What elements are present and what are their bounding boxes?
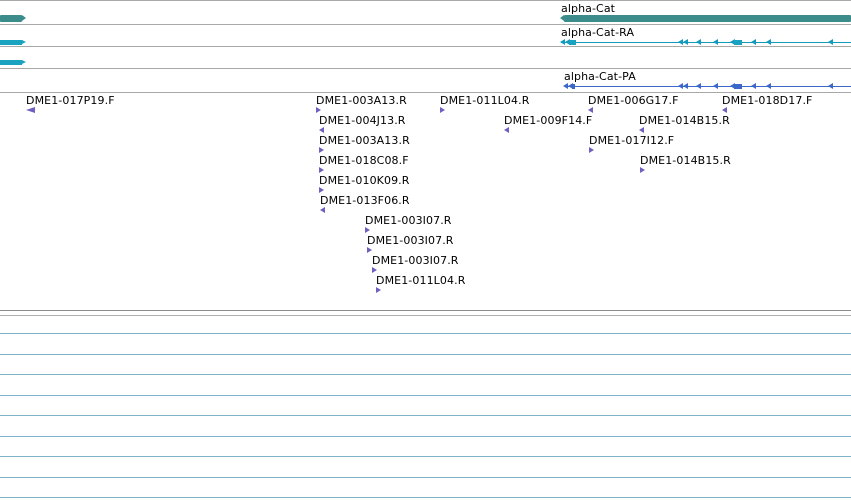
est-reverse-arrow-icon[interactable]: [722, 107, 727, 113]
est-forward-arrow-icon[interactable]: [316, 107, 321, 113]
gene-label: alpha-Cat: [561, 2, 616, 15]
protein-exon[interactable]: [572, 84, 575, 89]
est-label[interactable]: DME1-003I07.R: [367, 234, 454, 247]
genome-browser-view: alpha-Cat alpha-Cat-RA alpha-Cat-PA DME1…: [0, 0, 851, 500]
est-reverse-arrow-icon[interactable]: [26, 107, 35, 113]
est-label[interactable]: DME1-010K09.R: [319, 174, 410, 187]
transcript-intron-line: [561, 42, 851, 43]
empty-track-line: [0, 333, 851, 334]
protein-intron-line: [565, 86, 851, 87]
est-reverse-arrow-icon[interactable]: [319, 127, 324, 133]
track-separator-3: [0, 68, 851, 69]
empty-track-line: [0, 415, 851, 416]
est-reverse-arrow-icon[interactable]: [639, 127, 644, 133]
protein-label: alpha-Cat-PA: [564, 70, 636, 83]
est-forward-arrow-icon[interactable]: [319, 187, 324, 193]
protein-arrow-icon: [696, 83, 701, 89]
transcript-arrow-icon: [696, 39, 701, 45]
transcript-feature-left[interactable]: [0, 40, 22, 45]
est-forward-arrow-icon[interactable]: [367, 247, 372, 253]
est-label[interactable]: DME1-014B15.R: [640, 154, 731, 167]
est-label[interactable]: DME1-003I07.R: [365, 214, 452, 227]
est-label[interactable]: DME1-011L04.R: [376, 274, 465, 287]
gene-feature-alpha-cat[interactable]: [564, 15, 851, 22]
est-label[interactable]: DME1-017P19.F: [26, 94, 115, 107]
empty-track-line: [0, 395, 851, 396]
track-separator-2: [0, 46, 851, 47]
est-label[interactable]: DME1-009F14.F: [504, 114, 592, 127]
transcript-exon[interactable]: [569, 40, 576, 45]
est-forward-arrow-icon[interactable]: [319, 147, 324, 153]
empty-track-line: [0, 477, 851, 478]
transcript-arrow-icon: [751, 39, 756, 45]
est-label[interactable]: DME1-003I07.R: [372, 254, 459, 267]
protein-exon[interactable]: [734, 84, 742, 89]
empty-track-line: [0, 456, 851, 457]
protein-arrow-icon: [751, 83, 756, 89]
est-forward-arrow-icon[interactable]: [372, 267, 377, 273]
protein-arrow-icon: [766, 83, 771, 89]
est-forward-arrow-icon[interactable]: [365, 227, 370, 233]
transcript-left-arrow-icon: [22, 40, 26, 44]
track-separator-6: [0, 315, 851, 316]
empty-track-line: [0, 354, 851, 355]
empty-track-line: [0, 436, 851, 437]
est-label[interactable]: DME1-003A13.R: [316, 94, 407, 107]
est-label[interactable]: DME1-013F06.R: [320, 194, 410, 207]
est-label[interactable]: DME1-014B15.R: [639, 114, 730, 127]
empty-track-line: [0, 374, 851, 375]
transcript-arrow-icon: [713, 39, 718, 45]
est-forward-arrow-icon[interactable]: [376, 287, 381, 293]
est-reverse-arrow-icon[interactable]: [588, 107, 593, 113]
protein-feature-left[interactable]: [0, 60, 22, 65]
track-border-top: [0, 0, 851, 1]
transcript-label: alpha-Cat-RA: [561, 26, 635, 39]
est-reverse-arrow-icon[interactable]: [320, 207, 325, 213]
est-forward-arrow-icon[interactable]: [640, 167, 645, 173]
transcript-arrow-icon: [828, 39, 833, 45]
gene-feature-left-arrow-icon: [22, 15, 26, 21]
est-label[interactable]: DME1-006G17.F: [588, 94, 679, 107]
track-separator-5: [0, 310, 851, 311]
protein-arrow-icon: [683, 83, 688, 89]
est-forward-arrow-icon[interactable]: [440, 107, 445, 113]
est-label[interactable]: DME1-011L04.R: [440, 94, 529, 107]
protein-arrow-icon: [828, 83, 833, 89]
est-forward-arrow-icon[interactable]: [319, 167, 324, 173]
transcript-arrow-icon: [683, 39, 688, 45]
protein-arrow-icon: [713, 83, 718, 89]
transcript-exon[interactable]: [734, 40, 742, 45]
est-label[interactable]: DME1-003A13.R: [319, 134, 410, 147]
est-label[interactable]: DME1-018C08.F: [319, 154, 409, 167]
transcript-arrow-icon: [766, 39, 771, 45]
track-separator-4: [0, 92, 851, 93]
est-label[interactable]: DME1-004J13.R: [319, 114, 406, 127]
est-reverse-arrow-icon[interactable]: [504, 127, 509, 133]
protein-left-arrow-icon: [22, 60, 26, 64]
est-label[interactable]: DME1-018D17.F: [722, 94, 812, 107]
est-label[interactable]: DME1-017I12.F: [589, 134, 674, 147]
gene-feature-left[interactable]: [0, 15, 22, 22]
track-separator-1: [0, 24, 851, 25]
est-forward-arrow-icon[interactable]: [589, 147, 594, 153]
empty-track-line: [0, 497, 851, 498]
